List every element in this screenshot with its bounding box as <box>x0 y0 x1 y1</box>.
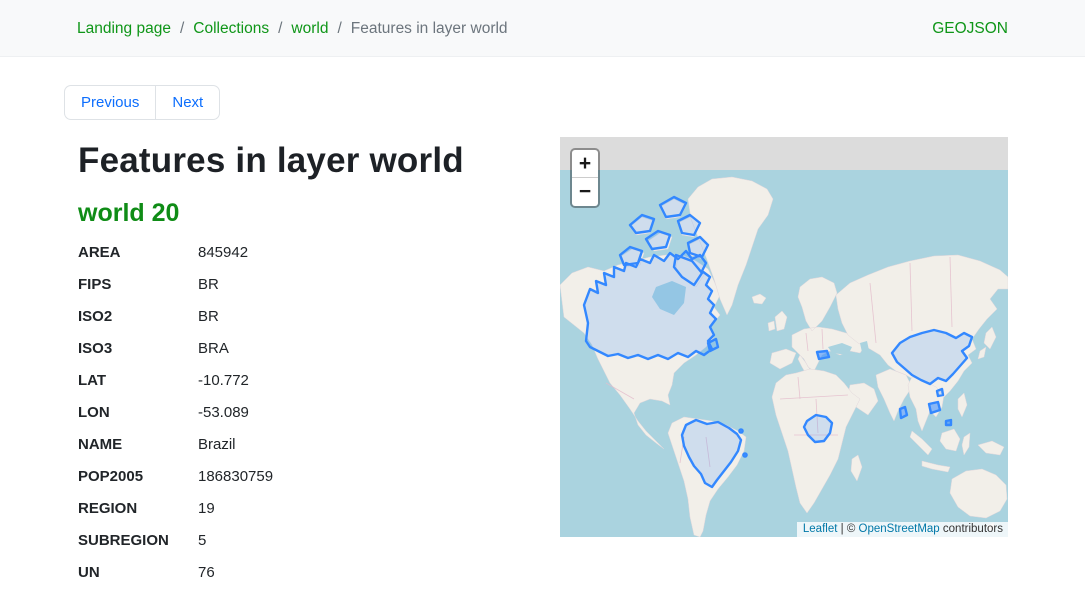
property-name: AREA <box>78 244 198 261</box>
property-row: POP2005 186830759 <box>78 460 518 492</box>
breadcrumb-bar: Landing page / Collections / world / Fea… <box>0 0 1085 57</box>
breadcrumb-item[interactable]: Landing page / <box>77 20 193 38</box>
feature-properties-table: AREA 845942 FIPS BR ISO2 BR ISO3 BRA LAT… <box>78 236 518 588</box>
geojson-format-link[interactable]: GEOJSON <box>932 0 1008 57</box>
pagination-button-group: Previous Next <box>64 85 220 120</box>
breadcrumb: Landing page / Collections / world / Fea… <box>77 0 508 57</box>
property-row: NAME Brazil <box>78 428 518 460</box>
breadcrumb-separator: / <box>328 20 350 38</box>
breadcrumb-item[interactable]: world / <box>291 20 350 38</box>
attribution-divider: | <box>841 523 844 535</box>
breadcrumb-item-label[interactable]: Collections <box>193 20 269 38</box>
property-value: 186830759 <box>198 468 273 485</box>
property-value: -53.089 <box>198 404 249 421</box>
breadcrumb-separator: / <box>171 20 193 38</box>
property-row: ISO3 BRA <box>78 332 518 364</box>
breadcrumb-separator: / <box>269 20 291 38</box>
property-value: 5 <box>198 532 206 549</box>
copyright-symbol: © <box>847 523 855 535</box>
breadcrumb-item[interactable]: Collections / <box>193 20 291 38</box>
breadcrumb-item-label[interactable]: Landing page <box>77 20 171 38</box>
property-row: REGION 19 <box>78 492 518 524</box>
map-no-tile-strip <box>560 137 1008 170</box>
map-feature-cambodia[interactable] <box>929 402 940 413</box>
property-value: 76 <box>198 564 215 581</box>
previous-button[interactable]: Previous <box>64 85 155 120</box>
property-row: LON -53.089 <box>78 396 518 428</box>
breadcrumb-item[interactable]: Features in layer world / <box>351 20 508 38</box>
page-title: Features in layer world <box>78 141 464 181</box>
property-value: BR <box>198 308 219 325</box>
property-value: BR <box>198 276 219 293</box>
openstreetmap-link[interactable]: OpenStreetMap <box>859 523 940 535</box>
property-row: UN 76 <box>78 556 518 588</box>
property-row: SUBREGION 5 <box>78 524 518 556</box>
property-value: Brazil <box>198 436 236 453</box>
world-map-canvas[interactable] <box>560 137 1008 537</box>
property-name: POP2005 <box>78 468 198 485</box>
property-row: FIPS BR <box>78 268 518 300</box>
property-value: BRA <box>198 340 229 357</box>
breadcrumb-item-label[interactable]: Features in layer world <box>351 20 508 38</box>
map-feature-sri-lanka[interactable] <box>900 407 907 418</box>
breadcrumb-item-label[interactable]: world <box>291 20 328 38</box>
property-name: SUBREGION <box>78 532 198 549</box>
map-feature-brunei[interactable] <box>946 420 951 425</box>
map-zoom-control: + − <box>570 148 600 208</box>
property-row: ISO2 BR <box>78 300 518 332</box>
property-name: FIPS <box>78 276 198 293</box>
property-value: 19 <box>198 500 215 517</box>
leaflet-map[interactable]: + − Leaflet | © OpenStreetMap contributo… <box>560 137 1008 537</box>
property-name: ISO2 <box>78 308 198 325</box>
property-row: LAT -10.772 <box>78 364 518 396</box>
next-button[interactable]: Next <box>155 85 220 120</box>
property-name: UN <box>78 564 198 581</box>
property-name: LON <box>78 404 198 421</box>
map-feature-brazil-island-2[interactable] <box>743 453 746 456</box>
zoom-out-button[interactable]: − <box>572 178 598 206</box>
property-value: -10.772 <box>198 372 249 389</box>
map-attribution: Leaflet | © OpenStreetMap contributors <box>797 522 1008 537</box>
map-feature-brazil-island-1[interactable] <box>739 429 742 432</box>
property-name: NAME <box>78 436 198 453</box>
property-name: ISO3 <box>78 340 198 357</box>
zoom-in-button[interactable]: + <box>572 150 598 178</box>
property-row: AREA 845942 <box>78 236 518 268</box>
contributors-label: contributors <box>943 523 1003 535</box>
property-value: 845942 <box>198 244 248 261</box>
map-feature-bulgaria[interactable] <box>817 351 829 359</box>
page: Landing page / Collections / world / Fea… <box>0 0 1085 599</box>
property-name: REGION <box>78 500 198 517</box>
leaflet-link[interactable]: Leaflet <box>803 523 838 535</box>
feature-id-heading: world 20 <box>78 199 179 228</box>
property-name: LAT <box>78 372 198 389</box>
